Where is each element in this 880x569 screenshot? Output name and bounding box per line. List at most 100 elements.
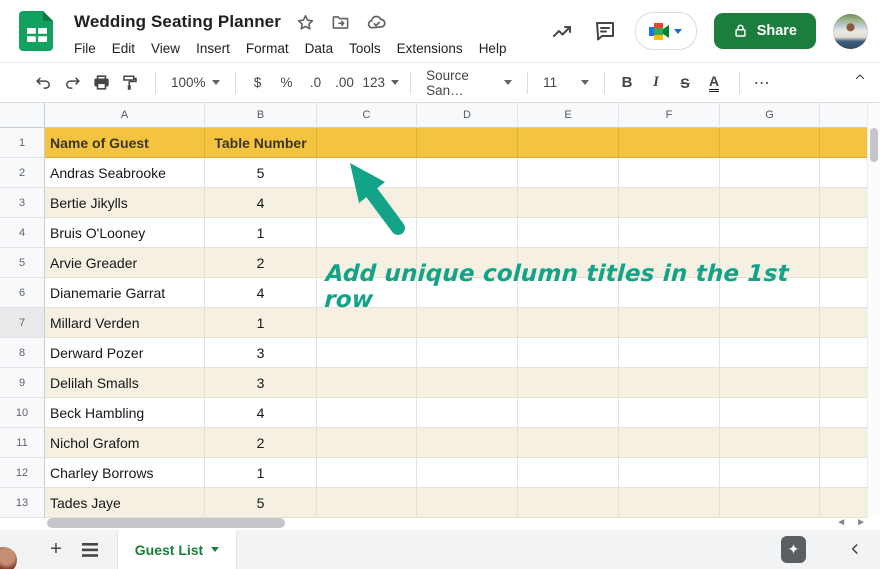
cell-empty[interactable] (619, 398, 720, 428)
paint-format-icon[interactable] (117, 70, 143, 96)
cell-empty[interactable] (820, 278, 867, 308)
cell-empty[interactable] (417, 458, 518, 488)
cell-empty[interactable] (820, 248, 867, 278)
cell-empty[interactable] (518, 278, 619, 308)
cell-guest-name[interactable]: Tades Jaye (45, 488, 205, 518)
column-header-h-partial[interactable] (820, 103, 867, 128)
move-to-folder-icon[interactable] (331, 12, 351, 32)
cell-empty[interactable] (518, 458, 619, 488)
cell-empty[interactable] (720, 488, 820, 518)
cell-empty[interactable] (317, 488, 417, 518)
cell-b1[interactable]: Table Number (205, 128, 317, 158)
cell-empty[interactable] (720, 248, 820, 278)
cell-guest-name[interactable]: Bertie Jikylls (45, 188, 205, 218)
cell-empty[interactable] (417, 158, 518, 188)
cell-empty[interactable] (317, 398, 417, 428)
cloud-saved-icon[interactable] (366, 12, 386, 32)
increase-decimal-button[interactable]: .00 (332, 70, 358, 96)
row-number[interactable]: 2 (0, 158, 45, 188)
cell-empty[interactable] (317, 368, 417, 398)
font-family-select[interactable]: Source San… (420, 68, 518, 98)
cell-table-number[interactable]: 3 (205, 338, 317, 368)
document-title[interactable]: Wedding Seating Planner (74, 12, 281, 32)
cell-guest-name[interactable]: Bruis O'Looney (45, 218, 205, 248)
cell-empty[interactable] (720, 188, 820, 218)
number-format-select[interactable]: 123 (361, 70, 402, 96)
row-number[interactable]: 4 (0, 218, 45, 248)
cell-empty[interactable] (619, 428, 720, 458)
cell-empty[interactable] (820, 488, 867, 518)
font-size-select[interactable]: 11 (537, 70, 595, 96)
cell-empty[interactable] (820, 308, 867, 338)
cell-empty[interactable] (417, 428, 518, 458)
avatar[interactable] (833, 13, 868, 49)
cell-table-number[interactable]: 1 (205, 218, 317, 248)
cell-table-number[interactable]: 2 (205, 428, 317, 458)
cell-empty[interactable] (619, 488, 720, 518)
cell-empty[interactable] (619, 368, 720, 398)
cell-empty[interactable] (619, 458, 720, 488)
cell-c1[interactable] (317, 128, 417, 158)
cell-empty[interactable] (820, 398, 867, 428)
more-options-button[interactable]: ⋯ (749, 70, 775, 96)
meet-button[interactable] (634, 12, 697, 50)
cell-empty[interactable] (720, 308, 820, 338)
cell-empty[interactable] (720, 158, 820, 188)
cell-empty[interactable] (417, 218, 518, 248)
cell-empty[interactable] (720, 278, 820, 308)
cell-empty[interactable] (518, 338, 619, 368)
cell-guest-name[interactable]: Nichol Grafom (45, 428, 205, 458)
row-number[interactable]: 7 (0, 308, 45, 338)
cell-table-number[interactable]: 5 (205, 488, 317, 518)
cell-empty[interactable] (619, 218, 720, 248)
row-number[interactable]: 11 (0, 428, 45, 458)
chevron-left-icon[interactable] (843, 537, 867, 561)
bold-button[interactable]: B (614, 70, 640, 96)
cell-empty[interactable] (417, 188, 518, 218)
row-number[interactable]: 1 (0, 128, 45, 158)
cell-empty[interactable] (720, 368, 820, 398)
cell-e1[interactable] (518, 128, 619, 158)
cell-empty[interactable] (518, 188, 619, 218)
cell-empty[interactable] (619, 338, 720, 368)
cell-table-number[interactable]: 4 (205, 398, 317, 428)
italic-button[interactable]: I (643, 70, 669, 96)
star-icon[interactable] (296, 12, 316, 32)
cell-d1[interactable] (417, 128, 518, 158)
cell-table-number[interactable]: 3 (205, 368, 317, 398)
text-color-button[interactable]: A (701, 70, 727, 96)
currency-format-button[interactable]: $ (245, 70, 271, 96)
cell-empty[interactable] (619, 158, 720, 188)
column-header-d[interactable]: D (417, 103, 518, 128)
cell-empty[interactable] (317, 458, 417, 488)
cell-empty[interactable] (417, 368, 518, 398)
cell-empty[interactable] (518, 218, 619, 248)
scroll-right-icon[interactable]: ► (856, 517, 866, 528)
row-number[interactable]: 8 (0, 338, 45, 368)
cell-empty[interactable] (619, 188, 720, 218)
menu-data[interactable]: Data (297, 39, 342, 58)
row-number[interactable]: 9 (0, 368, 45, 398)
cell-guest-name[interactable]: Beck Hambling (45, 398, 205, 428)
select-all-corner[interactable] (0, 103, 45, 128)
cell-empty[interactable] (720, 218, 820, 248)
cell-empty[interactable] (518, 158, 619, 188)
menu-format[interactable]: Format (238, 39, 297, 58)
cell-empty[interactable] (720, 338, 820, 368)
cell-table-number[interactable]: 2 (205, 248, 317, 278)
share-button[interactable]: Share (713, 13, 816, 49)
scroll-left-icon[interactable]: ◄ (836, 517, 846, 528)
cell-empty[interactable] (417, 278, 518, 308)
cell-g1[interactable] (720, 128, 820, 158)
cell-empty[interactable] (518, 488, 619, 518)
cell-f1[interactable] (619, 128, 720, 158)
cell-table-number[interactable]: 5 (205, 158, 317, 188)
row-number[interactable]: 3 (0, 188, 45, 218)
cell-table-number[interactable]: 4 (205, 278, 317, 308)
vertical-scrollbar[interactable] (867, 103, 880, 518)
cell-empty[interactable] (619, 308, 720, 338)
cell-empty[interactable] (820, 458, 867, 488)
cell-guest-name[interactable]: Charley Borrows (45, 458, 205, 488)
cell-guest-name[interactable]: Andras Seabrooke (45, 158, 205, 188)
menu-file[interactable]: File (66, 39, 104, 58)
